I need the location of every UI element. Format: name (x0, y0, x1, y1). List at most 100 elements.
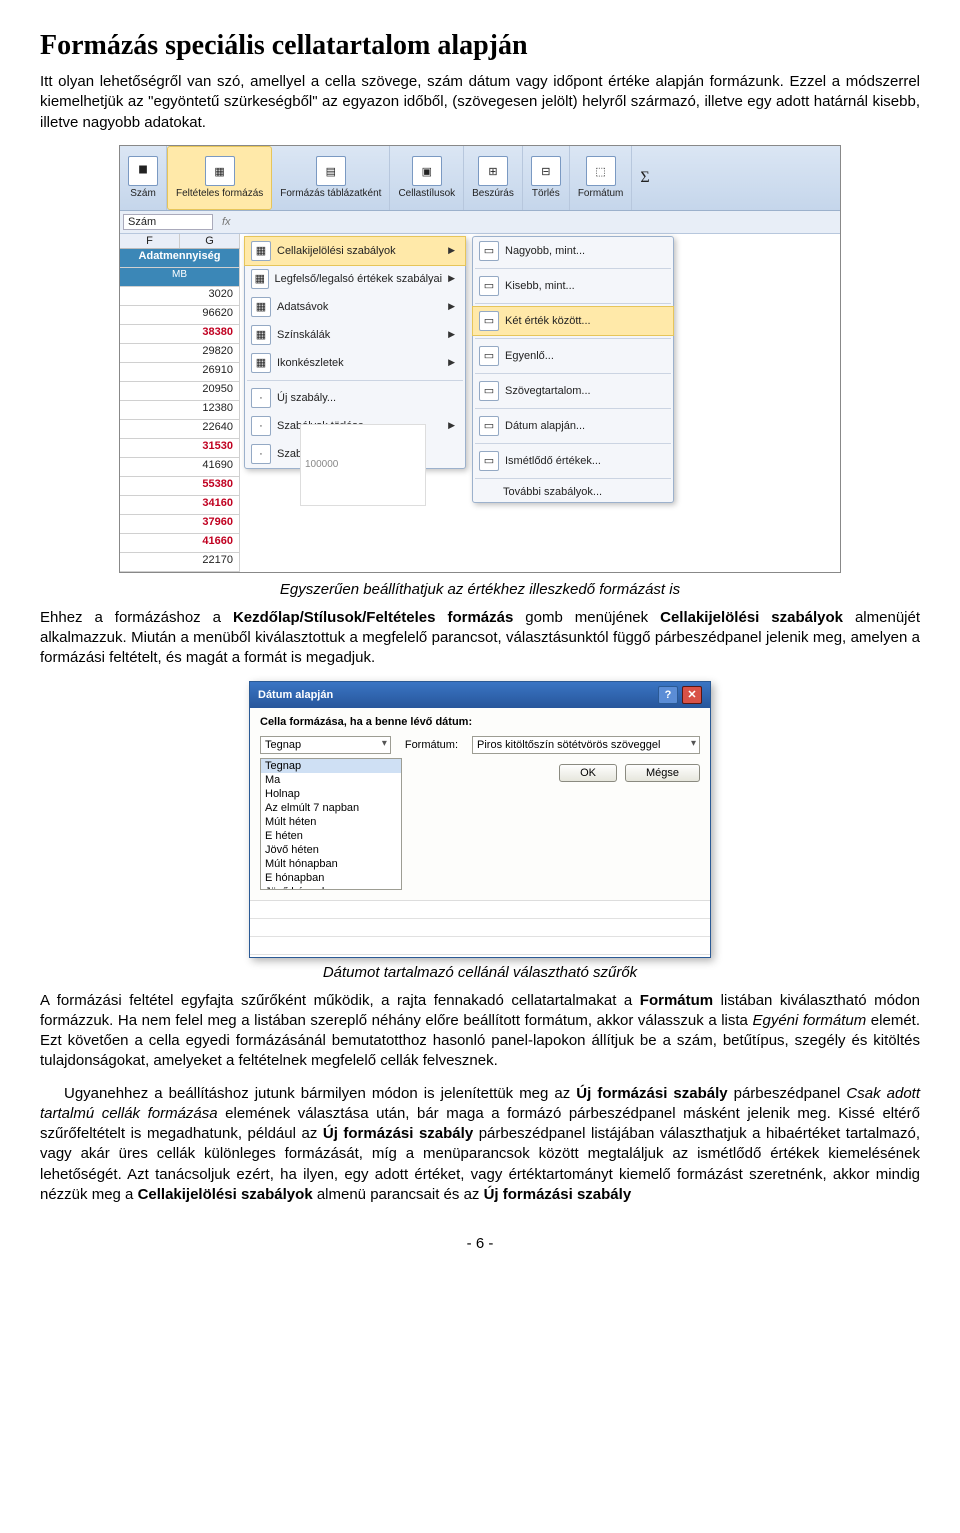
data-cell[interactable]: 41660 (120, 534, 240, 553)
ribbon-label-ins: Beszúrás (472, 188, 514, 199)
list-item[interactable]: Múlt héten (261, 815, 401, 829)
list-item[interactable]: Holnap (261, 787, 401, 801)
submenu-item-label: Dátum alapján... (505, 420, 585, 432)
menu-item-rules[interactable]: ▦Cellakijelölési szabályok▶ (245, 237, 465, 265)
sigma-icon: Σ (640, 169, 649, 187)
menu-item-databars[interactable]: ▦Adatsávok▶ (245, 293, 465, 321)
menu-item-top[interactable]: ▦Legfelső/legalsó értékek szabályai▶ (245, 265, 465, 293)
data-cell[interactable]: 31530 (120, 439, 240, 458)
submenu-item-text[interactable]: ▭ Szövegtartalom... (473, 377, 673, 405)
ribbon-label-cf: Feltételes formázás (176, 188, 263, 199)
col-G[interactable]: G (180, 234, 240, 248)
submenu-item-date[interactable]: ▭ Dátum alapján... (473, 412, 673, 440)
data-cell[interactable]: 20950 (120, 382, 240, 401)
submenu-item-label: Nagyobb, mint... (505, 245, 585, 257)
chart-background-fragment: 100000 (300, 424, 426, 506)
data-cell[interactable]: 37960 (120, 515, 240, 534)
spreadsheet-column: F G Adatmennyiség MB 3020966203838029820… (120, 234, 240, 572)
between-icon: ▭ (479, 311, 499, 331)
data-cell[interactable]: 41690 (120, 458, 240, 477)
data-cell[interactable]: 96620 (120, 306, 240, 325)
date-icon: ▭ (479, 416, 499, 436)
formula-bar: Szám fx (120, 211, 840, 234)
list-item[interactable]: Az elmúlt 7 napban (261, 801, 401, 815)
p3-a: A formázási feltétel egyfajta szűrőként … (40, 992, 640, 1009)
submenu-more-rules[interactable]: További szabályok... (473, 482, 673, 502)
p3-d: Egyéni formátum (752, 1012, 866, 1029)
submenu-item-between[interactable]: ▭Két érték között... (473, 307, 673, 335)
menu-item[interactable]: ·Új szabály... (245, 384, 465, 412)
chevron-right-icon: ▶ (448, 301, 455, 312)
chevron-right-icon: ▶ (448, 245, 455, 256)
help-button[interactable]: ? (658, 686, 678, 704)
ribbon-cell-styles[interactable]: ▣ Cellastílusok (390, 146, 464, 210)
data-cell[interactable]: 3020 (120, 287, 240, 306)
figure-caption-1: Egyszerűen beállíthatjuk az értékhez ill… (40, 581, 920, 598)
p4-c: párbeszédpanel (728, 1085, 847, 1102)
data-cell[interactable]: 12380 (120, 401, 240, 420)
submenu-item-label: Szövegtartalom... (505, 385, 591, 397)
p2-b: Kezdőlap/Stílusok/Feltételes formázás (233, 609, 513, 626)
cancel-button[interactable]: Mégse (625, 764, 700, 782)
p2-a: Ehhez a formázáshoz a (40, 609, 233, 626)
format-label: Formátum: (405, 739, 458, 751)
dup-icon: ▭ (479, 451, 499, 471)
data-cell[interactable]: 26910 (120, 363, 240, 382)
ribbon-label-number: Szám (130, 188, 156, 199)
paragraph-3: A formázási feltétel egyfajta szűrőként … (40, 991, 920, 1072)
submenu-item-eq[interactable]: ▭Egyenlő... (473, 342, 673, 370)
data-cell[interactable]: 55380 (120, 477, 240, 496)
submenu-item-lt[interactable]: ▭Kisebb, mint... (473, 272, 673, 300)
date-condition-combo[interactable]: Tegnap (260, 736, 391, 754)
insert-icon: ⊞ (478, 156, 508, 186)
data-cell[interactable]: 29820 (120, 344, 240, 363)
menu-item-iconset[interactable]: ▦Ikonkészletek▶ (245, 349, 465, 377)
format-combo[interactable]: Piros kitöltőszín sötétvörös szöveggel (472, 736, 700, 754)
ribbon: ⯀ Szám ▦ Feltételes formázás ▤ Formázás … (120, 146, 840, 211)
list-item[interactable]: Tegnap (261, 759, 401, 773)
ribbon-format-as-table[interactable]: ▤ Formázás táblázatként (272, 146, 390, 210)
ribbon-delete[interactable]: ⊟ Törlés (523, 146, 570, 210)
text-icon: ▭ (479, 381, 499, 401)
fx-icon[interactable]: fx (216, 216, 237, 228)
ribbon-format[interactable]: ⬚ Formátum (570, 146, 633, 210)
list-item[interactable]: Jövő hónapban (261, 885, 401, 890)
close-button[interactable]: ✕ (682, 686, 702, 704)
date-condition-listbox[interactable]: TegnapMaHolnapAz elmúlt 7 napbanMúlt hét… (260, 758, 402, 890)
chevron-right-icon: ▶ (448, 273, 455, 284)
ribbon-sigma[interactable]: Σ (632, 146, 657, 210)
p4-i: almenü parancsait és az (313, 1186, 484, 1203)
highlight-cells-rules-submenu: ▭Nagyobb, mint...▭Kisebb, mint...▭Két ér… (472, 236, 674, 503)
data-cell[interactable]: 38380 (120, 325, 240, 344)
menu-item-colorscale[interactable]: ▦Színskálák▶ (245, 321, 465, 349)
date-based-dialog: Dátum alapján ? ✕ Cella formázása, ha a … (249, 681, 711, 958)
list-item[interactable]: E héten (261, 829, 401, 843)
colorscale-icon: ▦ (251, 325, 271, 345)
intro-paragraph: Itt olyan lehetőségről van szó, amellyel… (40, 72, 920, 133)
list-item[interactable]: Jövő héten (261, 843, 401, 857)
submenu-item-dup[interactable]: ▭Ismétlődő értékek... (473, 447, 673, 475)
submenu-item-label: Kisebb, mint... (505, 280, 575, 292)
ok-button[interactable]: OK (559, 764, 617, 782)
col-F[interactable]: F (120, 234, 180, 248)
list-item[interactable]: Ma (261, 773, 401, 787)
cell-header-1[interactable]: Adatmennyiség (120, 249, 240, 268)
databars-icon: ▦ (251, 297, 271, 317)
data-cell[interactable]: 22640 (120, 420, 240, 439)
rules-icon: ▦ (251, 241, 271, 261)
ribbon-label-fmt: Formátum (578, 188, 624, 199)
dialog-title-text: Dátum alapján (258, 689, 333, 701)
submenu-item-gt[interactable]: ▭Nagyobb, mint... (473, 237, 673, 265)
submenu-item-label: Egyenlő... (505, 350, 554, 362)
data-cell[interactable]: 34160 (120, 496, 240, 515)
data-cell[interactable]: 22170 (120, 553, 240, 572)
cell-header-2[interactable]: MB (120, 268, 240, 287)
name-box[interactable]: Szám (123, 214, 213, 230)
list-item[interactable]: E hónapban (261, 871, 401, 885)
menu-icon: · (251, 388, 271, 408)
list-item[interactable]: Múlt hónapban (261, 857, 401, 871)
ribbon-conditional-formatting[interactable]: ▦ Feltételes formázás (167, 146, 272, 210)
ribbon-insert[interactable]: ⊞ Beszúrás (464, 146, 523, 210)
conditional-formatting-icon: ▦ (205, 156, 235, 186)
p3-b: Formátum (640, 992, 713, 1009)
